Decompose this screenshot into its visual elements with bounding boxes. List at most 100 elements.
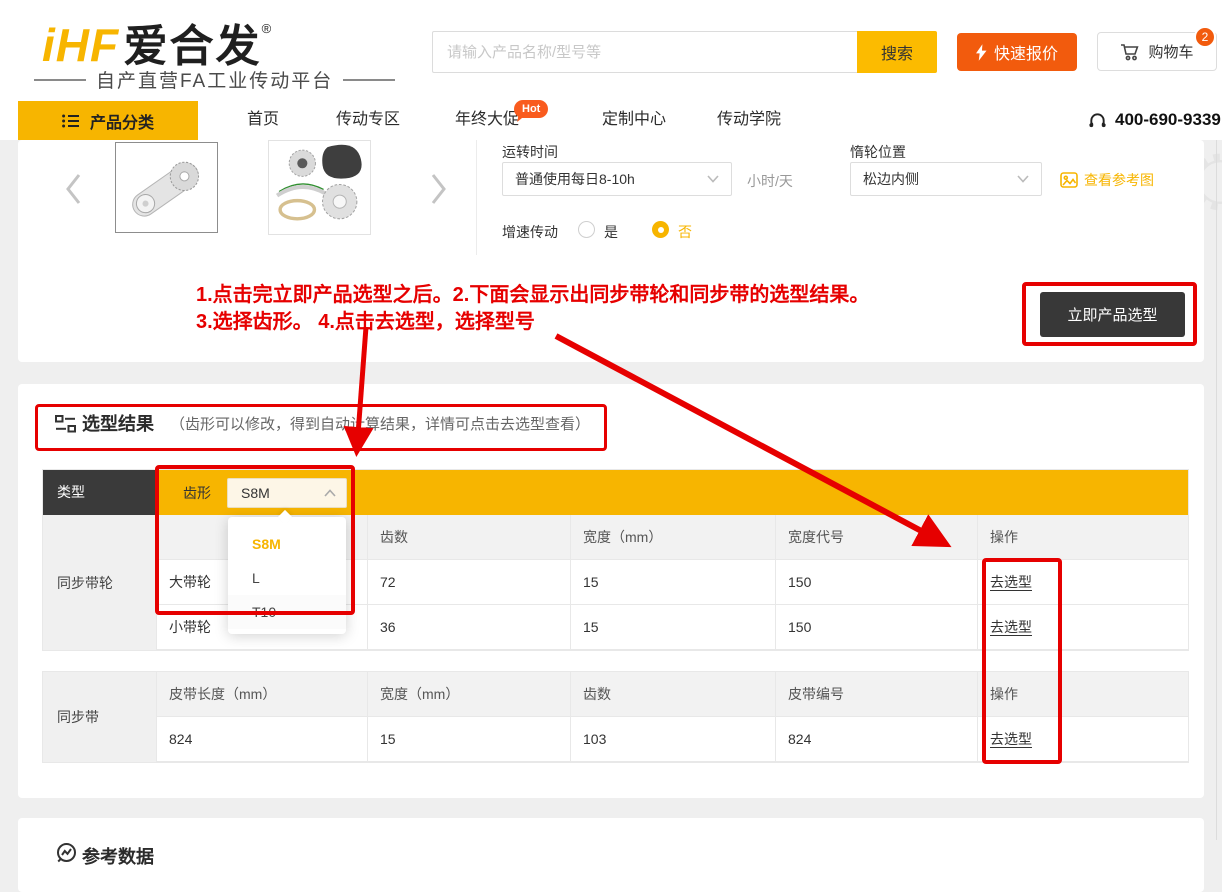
tooth-profile-label: 齿形 bbox=[183, 483, 211, 503]
results-subtitle: （齿形可以修改，得到自动计算结果，详情可点击去选型查看） bbox=[170, 413, 590, 434]
radio-yes[interactable] bbox=[578, 221, 595, 238]
cart-badge: 2 bbox=[1194, 26, 1216, 48]
chevron-up-icon bbox=[324, 489, 336, 497]
speedup-label: 增速传动 bbox=[502, 222, 558, 242]
search-input[interactable] bbox=[432, 31, 857, 73]
service-phone: 400-690-9339 bbox=[1088, 100, 1221, 140]
annotation-line-1: 1.点击完立即产品选型之后。2.下面会显示出同步带轮和同步带的选型结果。 bbox=[196, 278, 869, 307]
reference-card: 参考数据 bbox=[18, 818, 1204, 892]
product-category-button[interactable]: 产品分类 bbox=[18, 101, 198, 140]
selector-card: 运转时间 普通使用每日8-10h 小时/天 惰轮位置 松边内侧 查看参考图 增速… bbox=[18, 140, 1204, 362]
tooth-profile-bar: 齿形 S8M bbox=[157, 470, 1188, 515]
logo-name: 爱合发 bbox=[124, 22, 262, 71]
belt-header-teeth: 齿数 bbox=[571, 672, 776, 717]
scrollbar[interactable] bbox=[1216, 140, 1221, 840]
results-title: 选型结果 bbox=[82, 410, 154, 436]
dropdown-option-l[interactable]: L bbox=[228, 561, 346, 595]
radio-no-label[interactable]: 否 bbox=[678, 222, 692, 242]
go-select-link[interactable]: 去选型 bbox=[990, 731, 1032, 747]
carousel-prev-button[interactable] bbox=[64, 172, 84, 206]
logo-ihf: iHF bbox=[42, 19, 119, 71]
belt-header-length: 皮带长度（mm） bbox=[157, 672, 368, 717]
pulley-header-width-code: 宽度代号 bbox=[776, 515, 978, 560]
belt-header-action: 操作 bbox=[978, 672, 1188, 717]
product-thumbnail-selected[interactable] bbox=[115, 142, 218, 233]
nav-item-transmission-academy[interactable]: 传动学院 bbox=[717, 100, 781, 140]
type-header-cell: 类型 bbox=[43, 470, 157, 515]
belt-group-cell: 同步带 bbox=[43, 672, 157, 762]
hot-badge: Hot bbox=[514, 100, 548, 118]
cart-label: 购物车 bbox=[1148, 41, 1193, 62]
belt-row-length: 824 bbox=[157, 717, 368, 762]
tagline-line bbox=[343, 79, 395, 81]
pulley-row-teeth: 36 bbox=[368, 605, 571, 650]
category-list-icon bbox=[62, 114, 80, 128]
header: iHF 爱合发® 自产直营FA工业传动平台 搜索 快速报价 购物车 2 bbox=[0, 0, 1222, 100]
belt-row-teeth: 103 bbox=[571, 717, 776, 762]
dropdown-option-s8m[interactable]: S8M bbox=[228, 527, 346, 561]
quick-quote-label: 快速报价 bbox=[994, 40, 1058, 64]
pulley-row-teeth: 72 bbox=[368, 560, 571, 605]
picture-icon bbox=[1060, 172, 1078, 188]
nav-item-custom-center[interactable]: 定制中心 bbox=[602, 100, 666, 140]
belt-row-action: 去选型 bbox=[978, 717, 1188, 762]
dropdown-option-t10[interactable]: T10 bbox=[228, 595, 346, 629]
nav-item-year-end-sale[interactable]: 年终大促 bbox=[455, 100, 519, 140]
analytics-icon bbox=[55, 842, 77, 864]
view-reference-link[interactable]: 查看参考图 bbox=[1060, 170, 1154, 190]
idler-select[interactable]: 松边内侧 bbox=[850, 162, 1042, 196]
runtime-value: 普通使用每日8-10h bbox=[515, 169, 635, 189]
belt-header-width: 宽度（mm） bbox=[368, 672, 571, 717]
results-card: 选型结果 （齿形可以修改，得到自动计算结果，详情可点击去选型查看） 类型 齿形 … bbox=[18, 384, 1204, 798]
go-select-link[interactable]: 去选型 bbox=[990, 619, 1032, 635]
pulley-row-width-code: 150 bbox=[776, 560, 978, 605]
page: iHF 爱合发® 自产直营FA工业传动平台 搜索 快速报价 购物车 2 产品分类… bbox=[0, 0, 1222, 892]
tune-icon bbox=[55, 414, 76, 434]
chevron-down-icon bbox=[707, 175, 719, 183]
idler-value: 松边内侧 bbox=[863, 169, 919, 189]
carousel-next-button[interactable] bbox=[428, 172, 448, 206]
quick-quote-button[interactable]: 快速报价 bbox=[957, 33, 1077, 71]
radio-yes-label[interactable]: 是 bbox=[604, 222, 618, 242]
view-reference-label: 查看参考图 bbox=[1084, 170, 1154, 190]
divider bbox=[476, 140, 477, 255]
cart-icon bbox=[1120, 43, 1140, 61]
main-nav: 产品分类 首页 传动专区 年终大促 Hot 定制中心 传动学院 400-690-… bbox=[0, 100, 1222, 140]
pulley-table: 类型 齿形 S8M 同步带轮 齿数 宽度（mm） 宽度代号 操作 大带轮 72 … bbox=[43, 470, 1188, 650]
chevron-down-icon bbox=[1017, 175, 1029, 183]
tagline-line bbox=[34, 79, 86, 81]
pulley-row-action: 去选型 bbox=[978, 605, 1188, 650]
search-button[interactable]: 搜索 bbox=[857, 31, 937, 73]
radio-no[interactable] bbox=[652, 221, 669, 238]
pulley-header-teeth: 齿数 bbox=[368, 515, 571, 560]
tagline-text: 自产直营FA工业传动平台 bbox=[96, 66, 333, 93]
tooth-profile-dropdown: S8M L T10 bbox=[228, 517, 346, 634]
go-select-link[interactable]: 去选型 bbox=[990, 574, 1032, 590]
reference-title: 参考数据 bbox=[82, 843, 154, 869]
idler-label: 惰轮位置 bbox=[850, 142, 906, 162]
pulley-header-action: 操作 bbox=[978, 515, 1188, 560]
start-selection-button[interactable]: 立即产品选型 bbox=[1040, 292, 1185, 337]
annotation-line-2: 3.选择齿形。 4.点击去选型，选择型号 bbox=[196, 305, 535, 334]
runtime-unit: 小时/天 bbox=[747, 171, 793, 191]
nav-item-home[interactable]: 首页 bbox=[247, 100, 279, 140]
pulley-kit-image bbox=[269, 141, 370, 234]
product-category-label: 产品分类 bbox=[90, 109, 154, 133]
headset-icon bbox=[1088, 111, 1107, 130]
pulley-row-width: 15 bbox=[571, 605, 776, 650]
nav-item-transmission-zone[interactable]: 传动专区 bbox=[336, 100, 400, 140]
runtime-label: 运转时间 bbox=[502, 142, 558, 162]
runtime-select[interactable]: 普通使用每日8-10h bbox=[502, 162, 732, 196]
pulley-row-action: 去选型 bbox=[978, 560, 1188, 605]
pulley-row-width-code: 150 bbox=[776, 605, 978, 650]
pulley-row-width: 15 bbox=[571, 560, 776, 605]
phone-number: 400-690-9339 bbox=[1115, 110, 1221, 130]
logo[interactable]: iHF 爱合发® bbox=[42, 10, 271, 74]
tooth-profile-value: S8M bbox=[241, 485, 270, 501]
pulley-header-width: 宽度（mm） bbox=[571, 515, 776, 560]
product-thumbnail[interactable] bbox=[268, 140, 371, 235]
tooth-profile-select[interactable]: S8M bbox=[227, 478, 347, 508]
logo-tagline: 自产直营FA工业传动平台 bbox=[34, 66, 395, 93]
registered-mark: ® bbox=[262, 21, 272, 36]
belt-table: 同步带 皮带长度（mm） 宽度（mm） 齿数 皮带编号 操作 824 15 10… bbox=[43, 672, 1188, 762]
